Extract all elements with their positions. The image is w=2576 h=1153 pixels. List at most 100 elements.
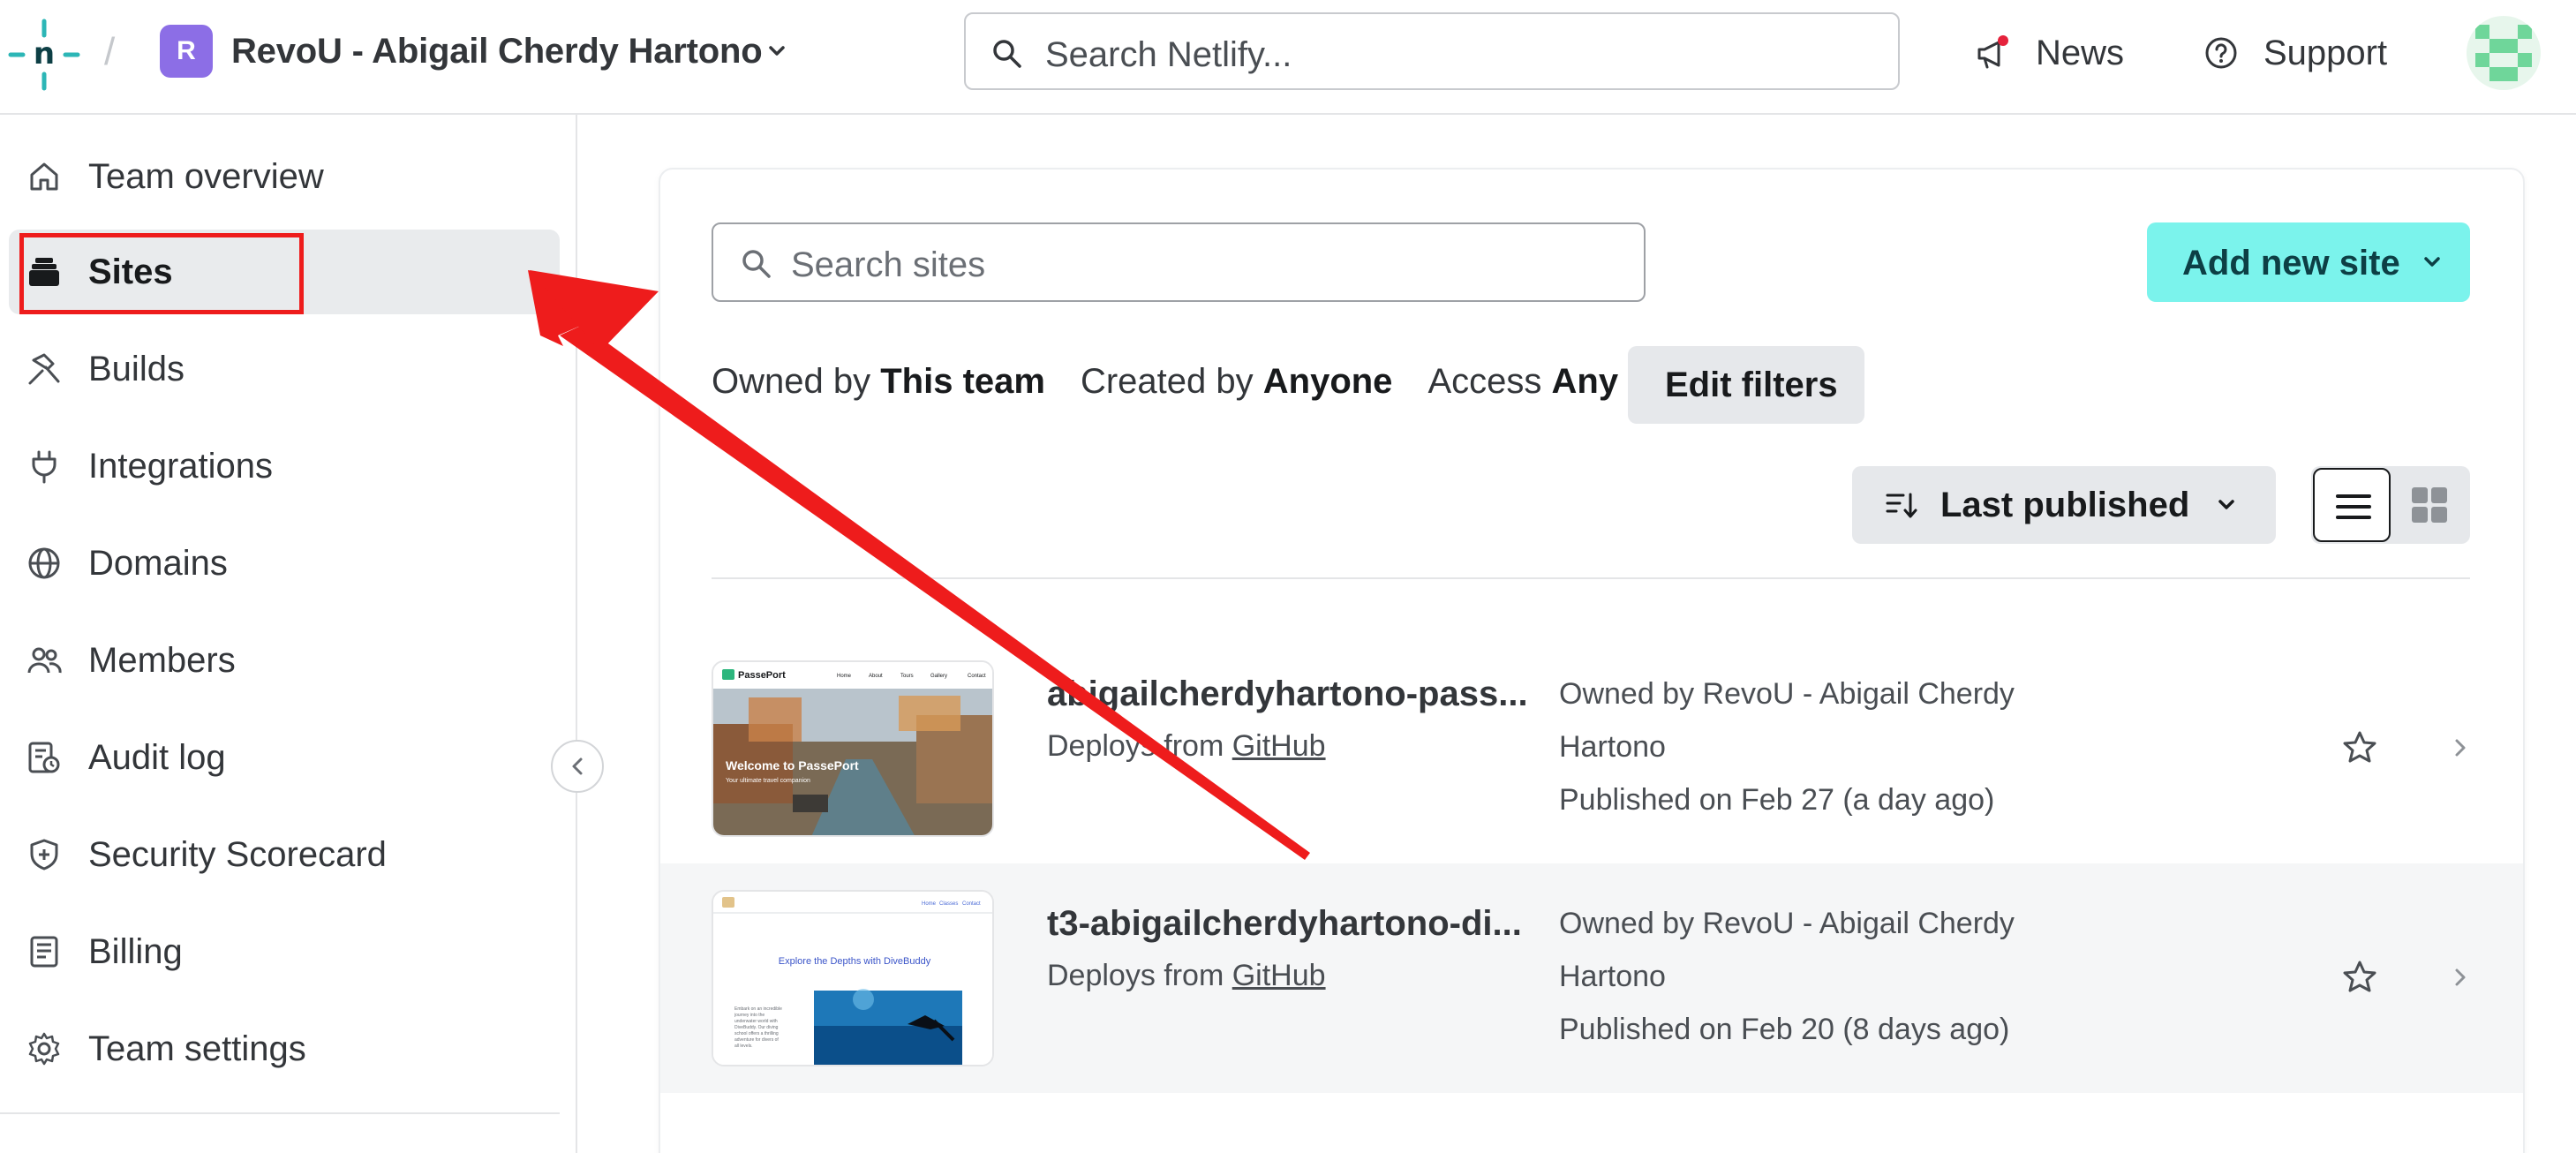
sidebar-item-label: Integrations xyxy=(88,447,274,486)
chevron-right-icon[interactable] xyxy=(2449,964,2472,991)
filter-created-value: Anyone xyxy=(1262,362,1393,401)
chevron-left-icon xyxy=(572,757,583,775)
search-sites-input[interactable]: Search sites xyxy=(712,222,1646,302)
list-divider xyxy=(712,577,2470,579)
list-view-button[interactable] xyxy=(2313,468,2391,542)
edit-filters-button[interactable]: Edit filters xyxy=(1628,346,1864,424)
site-row[interactable]: PassePort Home About Tours Gallery Conta… xyxy=(660,634,2523,863)
team-avatar[interactable]: R xyxy=(160,25,213,78)
chevron-right-icon[interactable] xyxy=(2449,735,2472,761)
gear-icon xyxy=(28,1032,60,1066)
thumb-nav-item: Tours xyxy=(900,674,914,679)
filter-created-prefix: Created by xyxy=(1080,362,1254,401)
search-sites-placeholder: Search sites xyxy=(791,245,986,284)
home-icon xyxy=(30,162,58,191)
filter-summary: Owned by This team Created by Anyone Acc… xyxy=(712,362,1653,402)
site-deploy-source: Deploys from GitHub xyxy=(1047,729,1326,764)
thumb-nav-item: Home xyxy=(922,901,937,907)
thumb-nav-item: Contact xyxy=(968,674,986,679)
thumb-nav-item: About xyxy=(869,674,883,679)
help-circle-icon xyxy=(2205,37,2237,69)
site-thumbnail: PassePort Home About Tours Gallery Conta… xyxy=(712,660,994,837)
site-name[interactable]: abigailcherdyhartono-pass... xyxy=(1047,674,1528,714)
thumb-nav-item: Gallery xyxy=(930,674,947,679)
site-owner-info: Owned by RevoU - Abigail Cherdy Hartono … xyxy=(1559,897,2106,1056)
sidebar-item-billing[interactable]: Billing xyxy=(9,909,560,994)
sidebar-divider xyxy=(0,1112,560,1114)
global-search-input[interactable]: Search Netlify... xyxy=(964,12,1900,90)
deploys-prefix: Deploys from xyxy=(1047,729,1224,763)
filter-owned-prefix: Owned by xyxy=(712,362,871,401)
sidebar-item-security-scorecard[interactable]: Security Scorecard xyxy=(9,812,560,897)
news-link[interactable]: News xyxy=(1974,26,2124,79)
add-new-site-button[interactable]: Add new site xyxy=(2147,222,2470,302)
global-search-placeholder: Search Netlify... xyxy=(1045,35,1292,74)
filter-owned-by[interactable]: Owned by This team xyxy=(712,362,1045,402)
filter-access[interactable]: Access Any xyxy=(1427,362,1618,402)
owner-prefix: Owned by xyxy=(1559,677,1695,711)
owner-prefix: Owned by xyxy=(1559,907,1695,940)
star-icon[interactable] xyxy=(2341,729,2378,766)
sidebar-item-audit-log[interactable]: Audit log xyxy=(9,715,560,800)
collapse-sidebar-button[interactable] xyxy=(551,740,604,793)
members-icon xyxy=(27,647,62,674)
site-deploy-source: Deploys from GitHub xyxy=(1047,959,1326,993)
published-date: Published on Feb 20 (8 days ago) xyxy=(1559,1013,2010,1046)
news-label: News xyxy=(2036,33,2125,72)
grid-view-button[interactable] xyxy=(2391,468,2470,542)
sidebar-item-label: Team settings xyxy=(88,1029,306,1068)
audit-log-icon xyxy=(28,742,60,773)
deploy-source-link[interactable]: GitHub xyxy=(1232,729,1326,763)
shield-icon xyxy=(30,839,58,870)
support-label: Support xyxy=(2263,33,2388,72)
team-switcher-name[interactable]: RevoU - Abigail Cherdy Hartono xyxy=(231,32,763,72)
sidebar-item-label: Members xyxy=(88,641,236,680)
site-thumbnail: Home Classes Contact Explore the Depths … xyxy=(712,890,994,1066)
star-icon[interactable] xyxy=(2341,959,2378,996)
thumb-subline: Your ultimate travel companion xyxy=(726,778,810,784)
sidebar-item-members[interactable]: Members xyxy=(9,618,560,703)
deploys-prefix: Deploys from xyxy=(1047,959,1224,992)
sidebar-item-integrations[interactable]: Integrations xyxy=(9,424,560,509)
thumb-nav-item: Classes xyxy=(939,901,958,907)
list-icon xyxy=(2336,494,2371,519)
top-bar: n / R RevoU - Abigail Cherdy Hartono Sea… xyxy=(0,0,2576,115)
sort-icon xyxy=(1886,493,1917,518)
thumb-headline: Explore the Depths with DiveBuddy xyxy=(779,956,931,967)
search-icon xyxy=(742,250,771,278)
chevron-down-icon xyxy=(2424,257,2440,267)
site-name[interactable]: t3-abigailcherdyhartono-di... xyxy=(1047,904,1522,944)
filter-access-value: Any xyxy=(1551,362,1619,401)
globe-icon xyxy=(28,547,60,579)
sidebar-item-builds[interactable]: Builds xyxy=(9,327,560,411)
deploy-source-link[interactable]: GitHub xyxy=(1232,959,1326,992)
sidebar-item-label: Security Scorecard xyxy=(88,835,387,874)
thumb-nav-item: Contact xyxy=(962,901,981,907)
sort-label: Last published xyxy=(1940,486,2190,524)
sidebar-item-label: Billing xyxy=(88,932,183,971)
sidebar-item-domains[interactable]: Domains xyxy=(9,521,560,606)
sidebar-item-label: Domains xyxy=(88,544,228,583)
thumb-brand: PassePort xyxy=(738,670,786,681)
sidebar-item-label: Team overview xyxy=(88,157,324,196)
grid-icon xyxy=(2412,487,2447,523)
sidebar-item-label: Builds xyxy=(88,350,185,388)
hammer-icon xyxy=(28,353,60,385)
site-row[interactable]: Home Classes Contact Explore the Depths … xyxy=(660,863,2523,1093)
add-new-site-label: Add new site xyxy=(2182,244,2400,283)
chevron-down-icon[interactable] xyxy=(765,39,789,64)
sidebar-item-team-overview[interactable]: Team overview xyxy=(9,134,560,219)
annotation-highlight-box xyxy=(19,233,304,314)
support-link[interactable]: Support xyxy=(2203,26,2387,79)
sort-dropdown[interactable]: Last published xyxy=(1852,466,2276,544)
filter-created-by[interactable]: Created by Anyone xyxy=(1081,362,1392,402)
user-avatar[interactable] xyxy=(2467,16,2541,90)
netlify-logo-icon[interactable]: n xyxy=(7,18,81,92)
sidebar-item-label: Audit log xyxy=(88,738,226,777)
filter-owned-value: This team xyxy=(880,362,1045,401)
sidebar-item-team-settings[interactable]: Team settings xyxy=(9,1006,560,1091)
thumb-headline: Welcome to PassePort xyxy=(726,758,859,772)
search-icon xyxy=(993,40,1021,68)
breadcrumb-separator: / xyxy=(104,30,116,73)
megaphone-icon xyxy=(1977,35,2008,69)
